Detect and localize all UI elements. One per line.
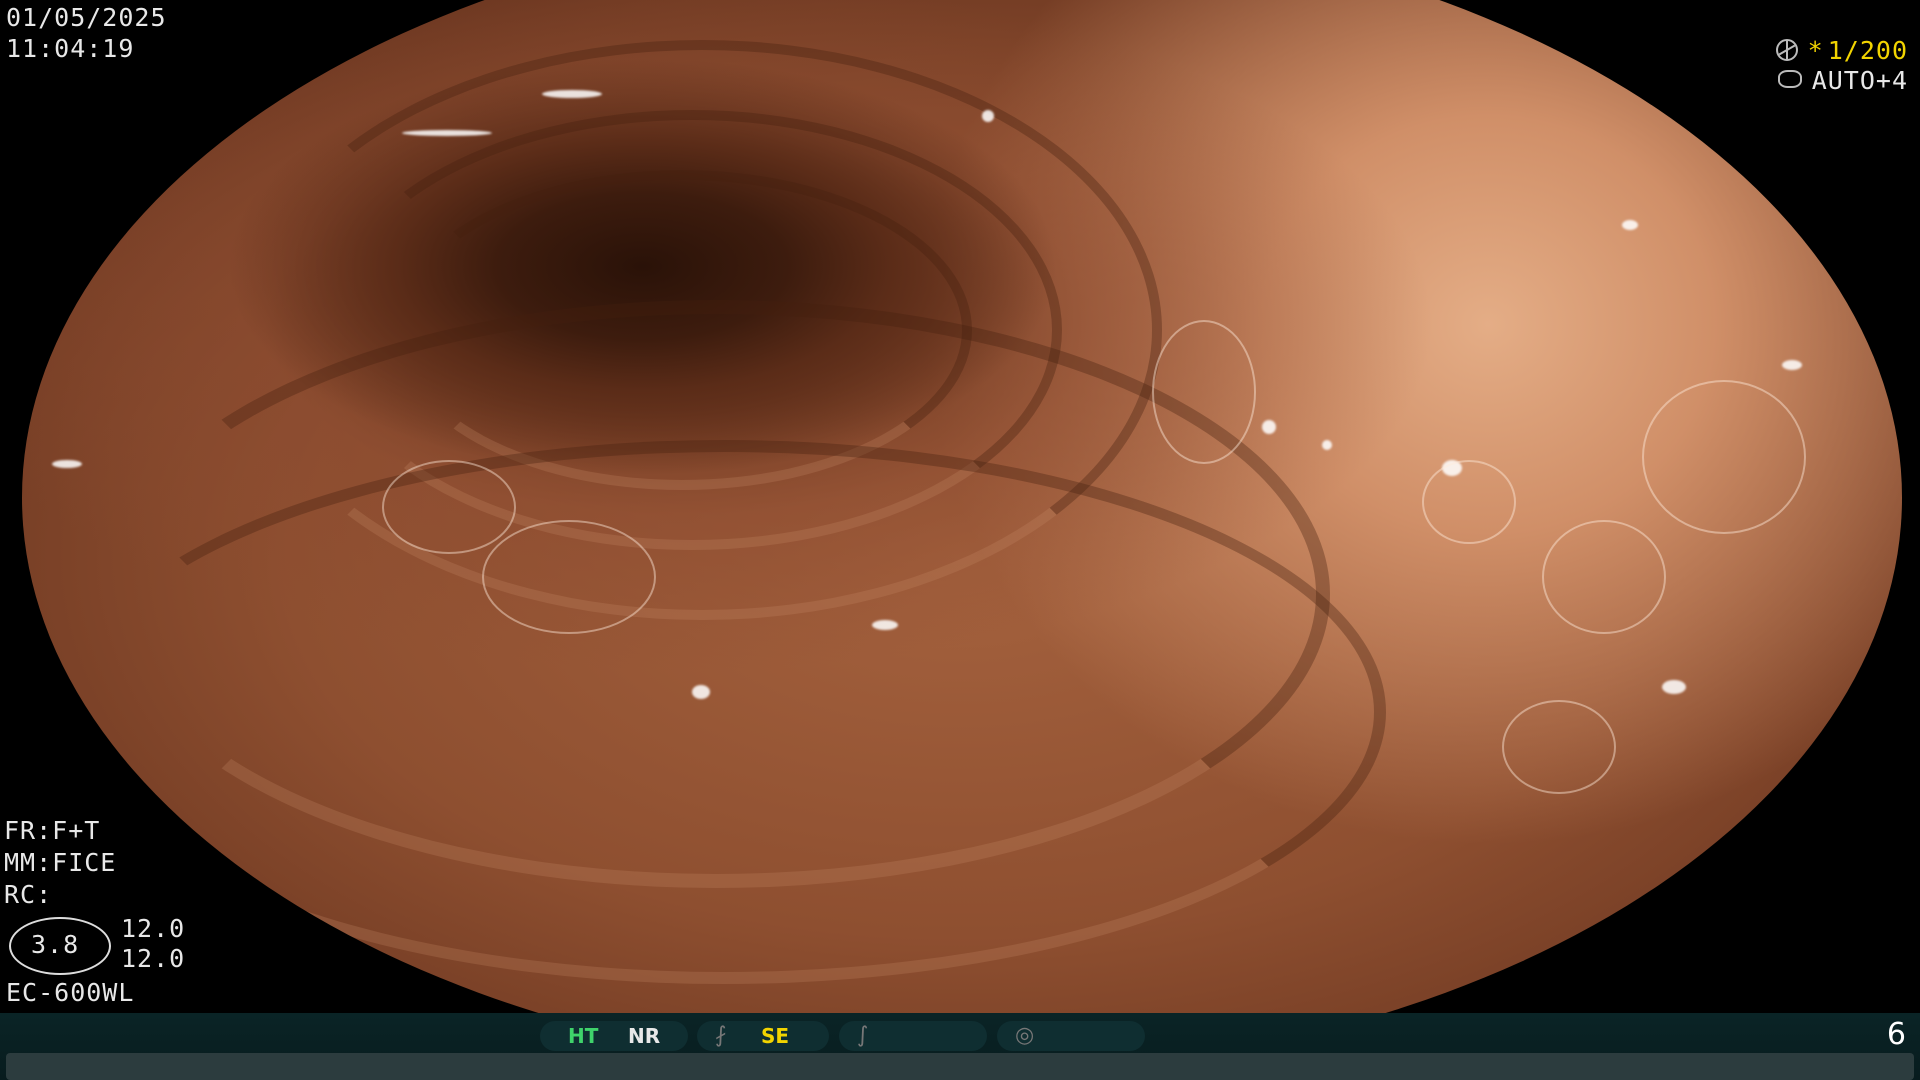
- mode-icon: ◎: [1015, 1023, 1035, 1048]
- light-reflection: [1782, 360, 1802, 370]
- exposure-readout: AUTO+4: [1777, 66, 1908, 95]
- bubble: [1502, 700, 1616, 794]
- aperture-icon: [1775, 39, 1798, 61]
- mm-setting: MM:FICE: [4, 848, 117, 877]
- bubble: [1422, 460, 1516, 544]
- integral-icon: ∫: [857, 1023, 869, 1048]
- mucosal-fold: [62, 440, 1386, 984]
- rc-setting: RC:: [4, 880, 53, 909]
- endoscopy-monitor: 01/05/2025 11:04:19 * 1/200 AUTO+4 FR:F+T…: [0, 0, 1920, 1080]
- light-reflection: [1322, 440, 1332, 450]
- light-reflection: [1262, 420, 1276, 434]
- fr-setting: FR:F+T: [4, 816, 101, 845]
- bubble: [1642, 380, 1806, 534]
- shutter-readout: * 1/200: [1775, 36, 1908, 65]
- structure-icon: ⨏: [715, 1023, 727, 1048]
- scope-model: EC-600WL: [6, 978, 135, 1007]
- shutter-value: 1/200: [1827, 36, 1908, 65]
- value-b: 12.0: [121, 944, 186, 973]
- light-reflection: [1622, 220, 1638, 230]
- ht-nr-slot: HT NR: [540, 1021, 688, 1051]
- light-reflection: [692, 685, 710, 699]
- se-label: SE: [761, 1024, 790, 1048]
- light-reflection: [982, 110, 994, 122]
- bubble: [482, 520, 656, 634]
- time-readout: 11:04:19: [6, 34, 135, 63]
- bottom-strip: [6, 1053, 1914, 1080]
- light-reflection: [1662, 680, 1686, 694]
- bubble: [1152, 320, 1256, 464]
- endoscopic-image: [22, 0, 1902, 1075]
- shutter-star: *: [1807, 36, 1824, 65]
- ht-label: HT: [568, 1024, 599, 1048]
- bubble: [382, 460, 516, 554]
- bubble: [1542, 520, 1666, 634]
- date-readout: 01/05/2025: [6, 3, 167, 32]
- se-slot: ⨏ SE: [697, 1021, 829, 1051]
- exposure-value: AUTO+4: [1811, 66, 1908, 95]
- light-reflection: [52, 460, 82, 468]
- light-reflection: [872, 620, 898, 630]
- page-number: 6: [1886, 1017, 1906, 1052]
- light-reflection: [402, 130, 492, 136]
- iris-icon: [1777, 70, 1802, 88]
- blank-slot: ∫: [839, 1021, 987, 1051]
- ratio-value: 3.8: [31, 930, 80, 959]
- nr-label: NR: [628, 1024, 661, 1048]
- value-a: 12.0: [121, 914, 186, 943]
- blank-slot: ◎: [997, 1021, 1145, 1051]
- light-reflection: [542, 90, 602, 98]
